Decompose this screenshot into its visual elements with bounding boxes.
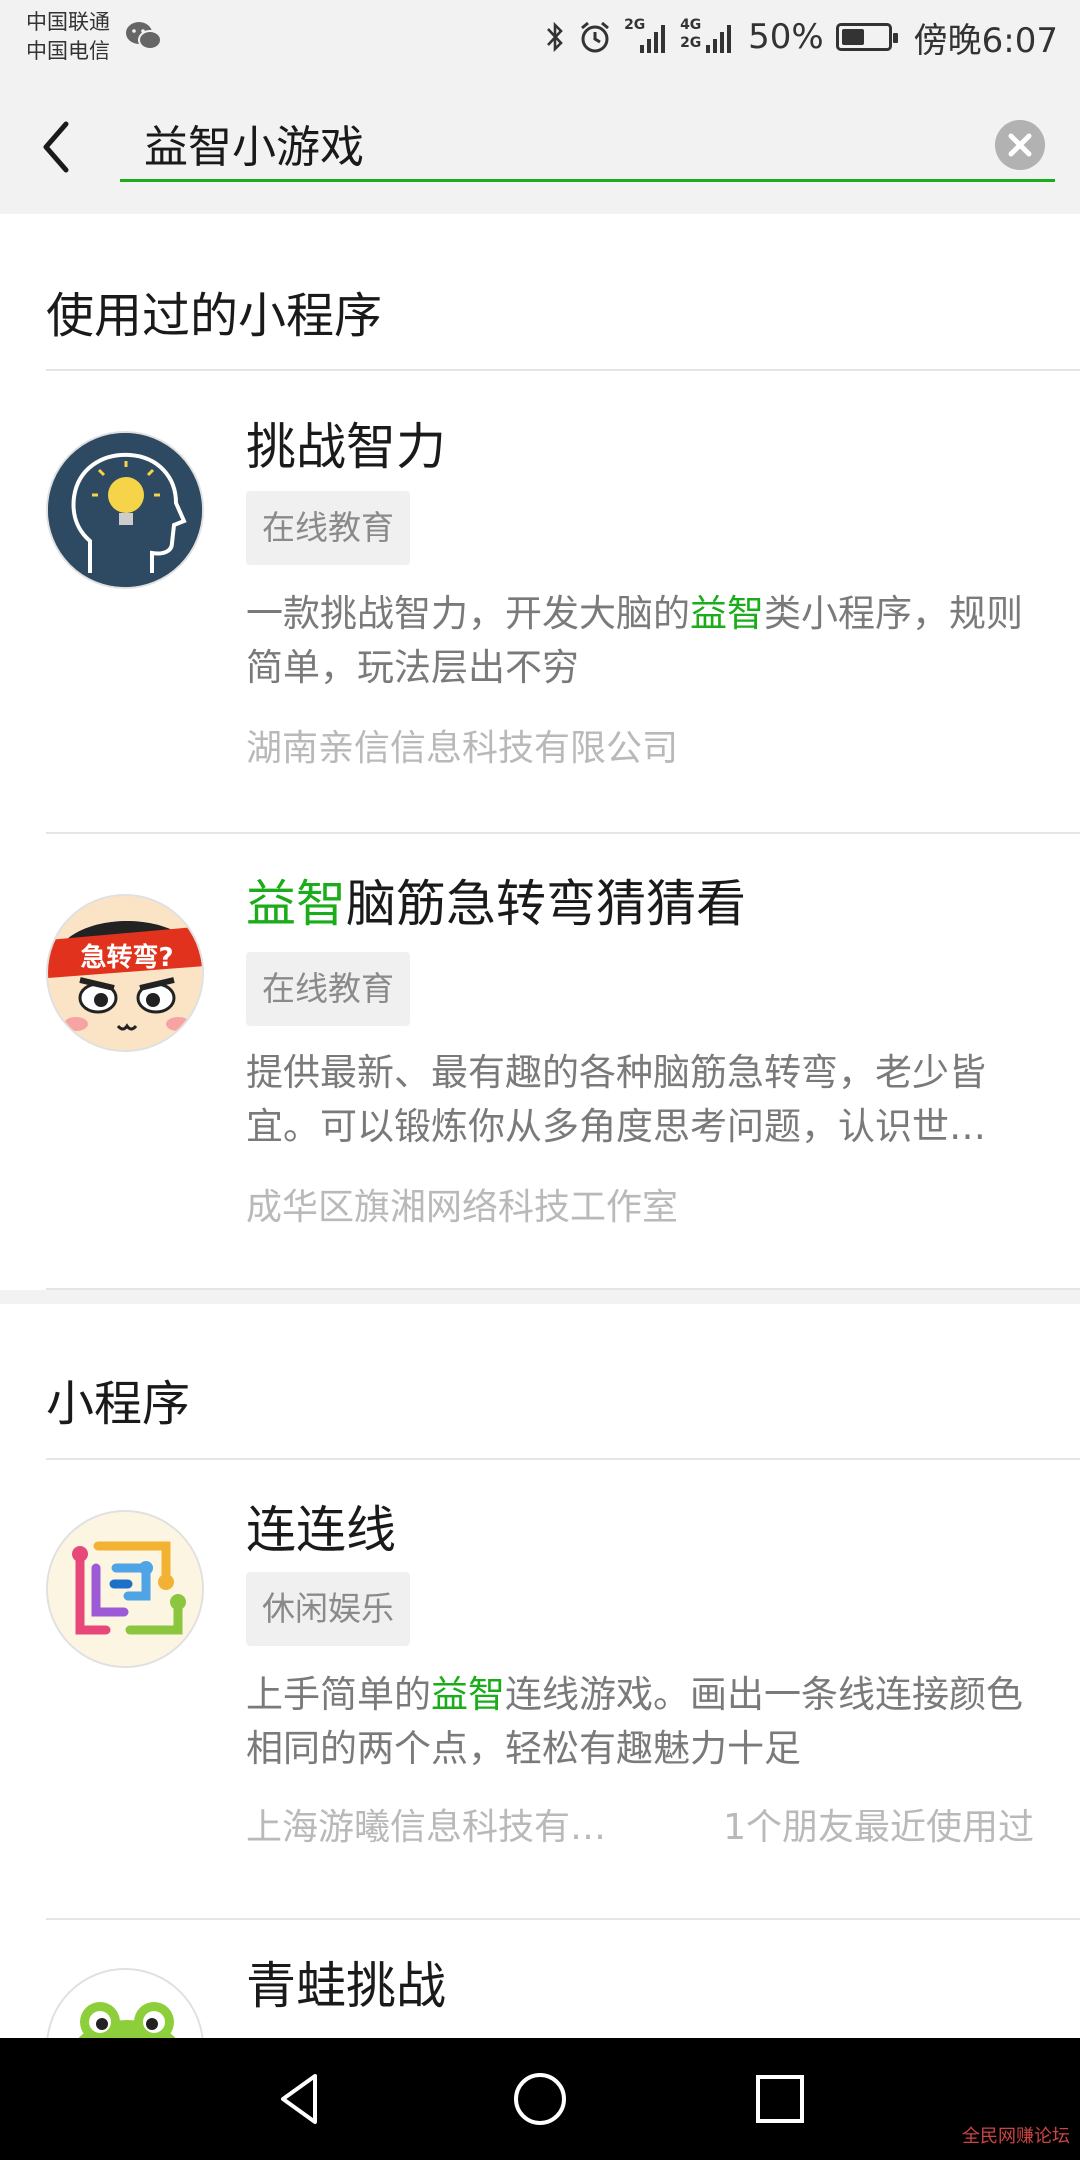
- list-item-tiaozhan-zhili[interactable]: 挑战智力 在线教育 一款挑战智力，开发大脑的益智类小程序，规则简单，玩法层出不穷…: [0, 371, 1080, 831]
- title-text: 青蛙挑战: [246, 1957, 446, 2015]
- nav-back-icon[interactable]: [265, 2064, 335, 2134]
- developer-name: 湖南亲信信息科技有限公司: [246, 728, 679, 769]
- avatar: [46, 1510, 204, 1668]
- bluetooth-icon: [547, 21, 563, 53]
- mini-programs-panel: 小程序 连连线 休闲娱乐 上手简单的益智连线游戏。画出一条线连接颜色相同的两个点…: [0, 1304, 1080, 2040]
- signal-4g: 4G 2G: [680, 17, 736, 57]
- alarm-icon: [581, 21, 610, 53]
- avatar: [46, 431, 204, 589]
- used-mini-programs-panel: 使用过的小程序 挑战智力 在线教育 一款挑战智力，开发大脑的益智类小程序，规则简…: [0, 214, 1080, 1290]
- battery-percent: 50%: [748, 17, 824, 57]
- desc-text: 一款挑战智力，开发大脑的: [246, 592, 690, 635]
- item-title: 连连线: [246, 1490, 396, 1562]
- signal-icon: [640, 25, 666, 53]
- search-header: [0, 76, 1080, 214]
- net-type-mid-1: 4G: [680, 17, 702, 33]
- developer-name: 上海游曦信息科技有…: [246, 1807, 607, 1848]
- list-item-lianlianxian[interactable]: 连连线 休闲娱乐 上手简单的益智连线游戏。画出一条线连接颜色相同的两个点，轻松有…: [0, 1460, 1080, 1920]
- system-nav-bar: 全民网赚论坛: [0, 2038, 1080, 2160]
- clear-circle-icon[interactable]: [995, 120, 1045, 170]
- nav-recents-icon[interactable]: [745, 2064, 815, 2134]
- friends-used-note: 1个朋友最近使用过: [723, 1807, 1034, 1848]
- carrier-1: 中国联通: [26, 10, 110, 34]
- item-description: 一款挑战智力，开发大脑的益智类小程序，规则简单，玩法层出不穷: [246, 587, 1036, 695]
- avatar: 急转弯?: [46, 894, 204, 1052]
- section-title-used: 使用过的小程序: [46, 288, 383, 344]
- wechat-icon: [126, 22, 162, 50]
- cartoon-boy-icon: 急转弯?: [48, 896, 202, 1050]
- watermark: 全民网赚论坛: [962, 2126, 1070, 2147]
- developer-name: 成华区旗湘网络科技工作室: [246, 1187, 679, 1228]
- title-highlight: 益智: [246, 875, 346, 933]
- avatar: [46, 1968, 204, 2040]
- item-title: 青蛙挑战: [246, 1946, 446, 2018]
- headband-text: 急转弯?: [80, 942, 173, 973]
- title-text: 脑筋急转弯猜猜看: [346, 875, 746, 933]
- lightbulb-head-icon: [48, 433, 202, 587]
- battery-icon: [835, 23, 898, 51]
- connect-lines-icon: [48, 1512, 202, 1666]
- search-input[interactable]: [120, 106, 1055, 182]
- desc-text: 提供最新、最有趣的各种脑筋急转弯，老少皆宜。可以锻炼你从多角度思考问题，认识世…: [246, 1051, 986, 1148]
- status-bar: 中国联通 中国电信 2G 4G 2G 50% 傍晚6:07: [0, 0, 1080, 76]
- title-text: 挑战智力: [246, 418, 446, 476]
- category-tag: 休闲娱乐: [246, 1572, 410, 1646]
- section-title-mini-programs: 小程序: [46, 1376, 191, 1432]
- list-item-naojin-jizhuanwan[interactable]: 急转弯? 益智脑筋急转弯猜猜看 在线教育 提供最新、最有趣的各种脑筋急转弯，老少…: [0, 834, 1080, 1290]
- list-item-qingwa-tiaozhan[interactable]: 青蛙挑战: [0, 1920, 1080, 2040]
- desc-highlight: 益智: [690, 592, 764, 635]
- title-text: 连连线: [246, 1501, 396, 1559]
- carrier-2: 中国电信: [26, 39, 110, 63]
- category-tag: 在线教育: [246, 491, 410, 565]
- net-type-mid-2: 2G: [680, 35, 702, 51]
- item-description: 上手简单的益智连线游戏。画出一条线连接颜色相同的两个点，轻松有趣魅力十足: [246, 1668, 1036, 1776]
- desc-text: 上手简单的: [246, 1673, 431, 1716]
- category-tag: 在线教育: [246, 952, 410, 1026]
- frog-icon: [48, 1970, 202, 2040]
- divider: [46, 1288, 1080, 1290]
- desc-highlight: 益智: [431, 1673, 505, 1716]
- item-title: 益智脑筋急转弯猜猜看: [246, 864, 746, 936]
- battery-fill: [841, 29, 864, 45]
- signal-2g: 2G: [624, 17, 668, 57]
- carrier-names: 中国联通 中国电信: [26, 8, 110, 66]
- signal-icon: [706, 25, 732, 53]
- clock: 傍晚6:07: [913, 20, 1058, 61]
- item-description: 提供最新、最有趣的各种脑筋急转弯，老少皆宜。可以锻炼你从多角度思考问题，认识世…: [246, 1046, 1036, 1154]
- chevron-left-icon[interactable]: [30, 112, 90, 182]
- status-indicators: 2G 4G 2G 50% 傍晚6:07: [544, 12, 1058, 62]
- item-title: 挑战智力: [246, 407, 446, 479]
- nav-home-icon[interactable]: [505, 2064, 575, 2134]
